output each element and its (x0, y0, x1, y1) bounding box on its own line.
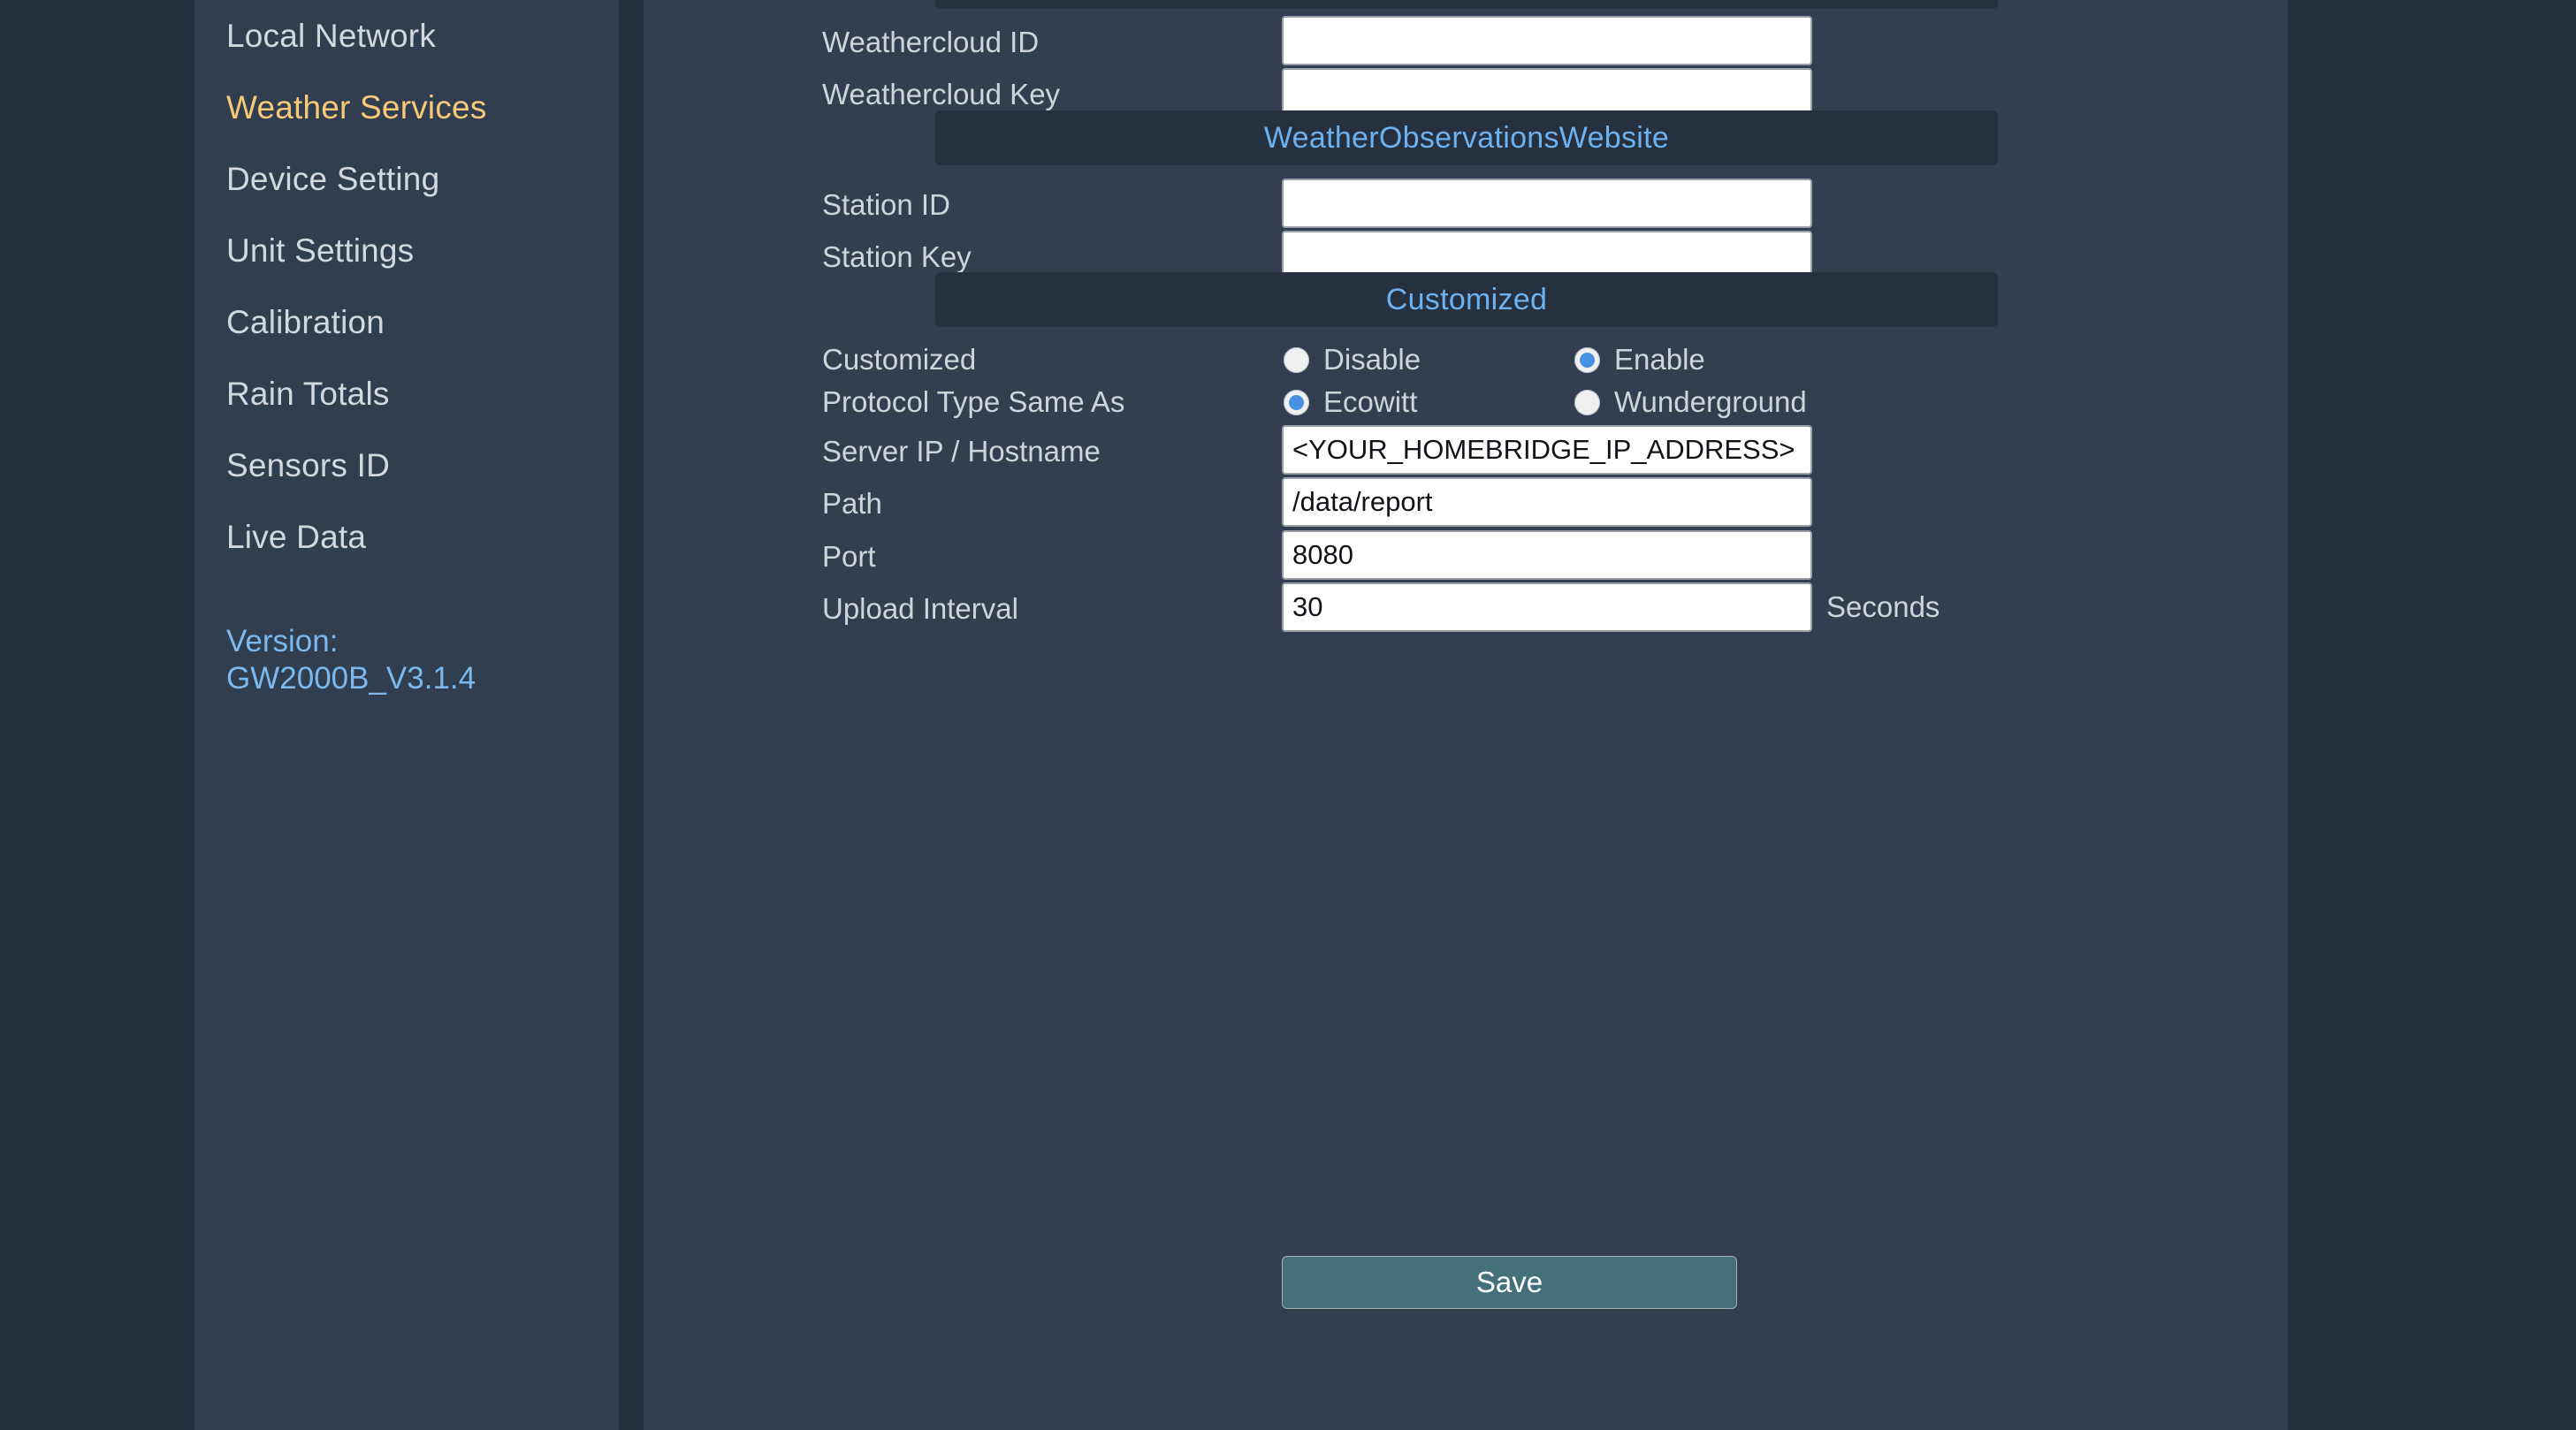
input-port[interactable] (1282, 530, 1812, 580)
sidebar-nav: Local Network Weather Services Device Sett… (226, 0, 598, 573)
radio-enable-icon[interactable] (1574, 346, 1600, 373)
weather-station-settings-page: Local Network Weather Services Device Sett… (0, 0, 2576, 1430)
section-header-wow: WeatherObservationsWebsite (935, 110, 1998, 165)
sidebar-item-rain-totals[interactable]: Rain Totals (226, 358, 598, 430)
label-server-host: Server IP / Hostname (822, 435, 1101, 468)
save-button[interactable]: Save (1282, 1256, 1737, 1309)
sidebar-item-weather-services[interactable]: Weather Services (226, 72, 598, 143)
label-station-id: Station ID (822, 188, 950, 221)
sidebar-item-local-network[interactable]: Local Network (226, 0, 598, 72)
input-weathercloud-id[interactable] (1282, 16, 1812, 65)
sidebar-item-sensors-id[interactable]: Sensors ID (226, 430, 598, 501)
label-protocol-type: Protocol Type Same As (822, 385, 1125, 418)
sidebar-item-calibration[interactable]: Calibration (226, 286, 598, 358)
section-title-customized: Customized (1385, 282, 1548, 316)
radio-protocol-ecowitt[interactable]: Ecowitt (1284, 376, 1417, 429)
section-header-bar-clipped (935, 0, 1998, 9)
sidebar-item-unit-settings[interactable]: Unit Settings (226, 215, 598, 286)
radio-disable-icon[interactable] (1284, 346, 1309, 373)
row-server-host: Server IP / Hostname (644, 425, 2288, 478)
radio-label-wunderground: Wunderground (1614, 385, 1807, 418)
sidebar-content-divider (619, 0, 644, 1430)
radio-label-ecowitt: Ecowitt (1323, 385, 1418, 418)
firmware-version-label: Version: GW2000B_V3.1.4 (226, 624, 476, 696)
radio-protocol-wunderground[interactable]: Wunderground (1574, 376, 1807, 429)
section-title-wow: WeatherObservationsWebsite (1263, 120, 1670, 155)
input-path[interactable] (1282, 477, 1812, 527)
label-upload-interval-unit: Seconds (1826, 590, 1940, 623)
radio-label-disable: Disable (1323, 343, 1421, 376)
input-upload-interval[interactable] (1282, 582, 1812, 632)
row-path: Path (644, 477, 2288, 530)
input-server-host[interactable] (1282, 425, 1812, 475)
label-port: Port (822, 540, 876, 573)
radio-ecowitt-icon[interactable] (1284, 389, 1309, 415)
label-path: Path (822, 487, 882, 520)
sidebar: Local Network Weather Services Device Sett… (194, 0, 619, 1430)
input-station-id[interactable] (1282, 179, 1812, 228)
label-weathercloud-id: Weathercloud ID (822, 26, 1040, 58)
sidebar-item-live-data[interactable]: Live Data (226, 501, 598, 573)
row-port: Port (644, 530, 2288, 583)
label-upload-interval: Upload Interval (822, 592, 1018, 625)
section-header-customized: Customized (935, 272, 1998, 327)
radio-wunderground-icon[interactable] (1574, 389, 1600, 415)
sidebar-item-device-setting[interactable]: Device Setting (226, 143, 598, 215)
row-weathercloud-id: Weathercloud ID (644, 16, 2288, 69)
settings-content-panel: Weathercloud ID Weathercloud Key Weather… (644, 0, 2288, 1430)
radio-label-enable: Enable (1614, 343, 1705, 376)
row-station-id: Station ID (644, 179, 2288, 232)
row-upload-interval: Upload Interval Seconds (644, 582, 2288, 635)
row-protocol-type: Protocol Type Same As Ecowitt Wundergrou… (644, 376, 2288, 429)
